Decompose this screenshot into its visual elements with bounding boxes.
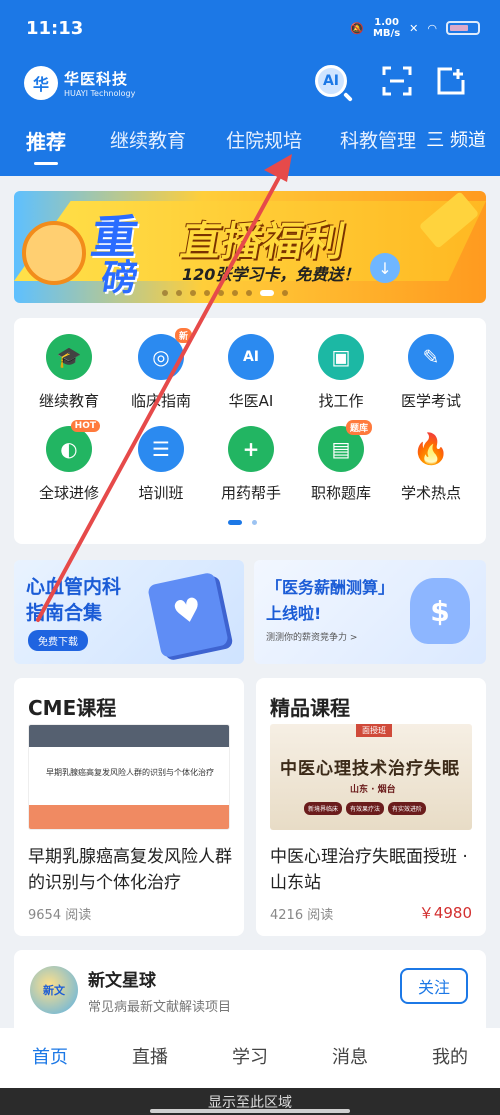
channel-tabs: 推荐 继续教育 住院规培 科教管理 三 频道: [0, 118, 500, 165]
nav-profile[interactable]: 我的: [400, 1028, 500, 1088]
scan-icon: [382, 66, 412, 96]
training-icon: ☰: [138, 426, 184, 472]
nav-messages[interactable]: 消息: [300, 1028, 400, 1088]
free-download-button[interactable]: 免费下载: [28, 630, 88, 651]
news-channel-card[interactable]: 新文 新文星球 常见病最新文献解读项目 关注: [14, 950, 486, 1030]
grid-item-huayi-ai[interactable]: AI 华医AI: [204, 334, 298, 411]
grid-item-training-class[interactable]: ☰ 培训班: [114, 426, 208, 503]
ai-icon: AI: [228, 334, 274, 380]
cme-course-card[interactable]: CME课程 早期乳腺癌高复发风险人群的识别与个体化治疗 早期乳腺癌高复发风险人群…: [14, 678, 244, 936]
download-icon: ↓: [370, 253, 400, 283]
system-gesture-bar: 显示至此区域: [0, 1088, 500, 1115]
section-title: CME课程: [28, 696, 117, 720]
briefcase-icon: ▣: [318, 334, 364, 380]
gesture-handle[interactable]: [150, 1109, 350, 1113]
exam-edit-icon: ✎: [408, 334, 454, 380]
channel-menu-button[interactable]: 三 频道: [420, 126, 486, 152]
grid-item-global-study[interactable]: ◐ HOT 全球进修: [22, 420, 116, 503]
tab-recommend[interactable]: 推荐: [26, 126, 66, 165]
nav-live[interactable]: 直播: [100, 1028, 200, 1088]
guide-book-icon: ◎ 新: [138, 328, 192, 380]
battery-icon: [446, 21, 480, 35]
read-count: 4216 阅读: [270, 908, 334, 923]
status-bar: 11:13 🔕 1.00 MB/s ✕ ◠: [0, 0, 500, 58]
feature-grid: 🎓 继续教育 ◎ 新 临床指南 AI 华医AI ▣ 找工作 ✎ 医学考试 ◐ HOT…: [14, 318, 486, 544]
graduation-cap-icon: 🎓: [46, 334, 92, 380]
grid-item-clinical-guide[interactable]: ◎ 新 临床指南: [114, 328, 208, 411]
grid-item-medical-exam[interactable]: ✎ 医学考试: [384, 334, 478, 411]
hot-badge: HOT: [70, 420, 100, 432]
status-icons: 🔕 1.00 MB/s ✕ ◠: [350, 17, 480, 39]
bottom-nav: 首页 直播 学习 消息 我的: [0, 1028, 500, 1088]
globe-icon: ◐ HOT: [46, 420, 100, 472]
read-count: 9654 阅读: [28, 908, 92, 923]
banner-subtitle: 120张学习卡，免费送！: [182, 265, 360, 284]
grid-item-find-job[interactable]: ▣ 找工作: [294, 334, 388, 411]
network-speed: 1.00 MB/s: [372, 17, 401, 39]
new-badge: 新: [174, 328, 192, 343]
grid-item-question-bank[interactable]: ▤ 题库 职称题库: [294, 420, 388, 503]
banner-word-2: 磅: [98, 258, 141, 299]
promo-cardiology-guides[interactable]: 心血管内科 指南合集 免费下载: [14, 560, 244, 664]
add-note-button[interactable]: [432, 62, 470, 100]
grid-item-medication-helper[interactable]: + 用药帮手: [204, 426, 298, 503]
premium-course-card[interactable]: 精品课程 面授班 中医心理技术治疗失眠 山东 · 烟台 新境界临床 有效果疗法 …: [256, 678, 486, 936]
channel-name: 新文星球: [88, 971, 156, 991]
heart-book-icon: [147, 571, 229, 659]
mute-icon: 🔕: [350, 21, 364, 35]
course-title: 中医心理治疗失眠面授班 · 山东站: [270, 847, 468, 893]
promo-salary-calculator[interactable]: 「医务薪酬测算」 上线啦! 测测你的薪资竞争力 > $: [254, 560, 486, 664]
logo-name: 华医科技: [64, 70, 129, 88]
section-title: 精品课程: [270, 696, 350, 720]
nav-home[interactable]: 首页: [0, 1028, 100, 1088]
grid-item-continuing-education[interactable]: 🎓 继续教育: [22, 334, 116, 411]
course-thumbnail: 早期乳腺癌高复发风险人群的识别与个体化治疗: [28, 724, 230, 830]
wifi-icon: ◠: [427, 21, 437, 35]
banner-pager: [162, 290, 288, 296]
ai-search-icon: AI: [315, 65, 347, 97]
ai-search-button[interactable]: AI: [312, 62, 350, 100]
nav-study[interactable]: 学习: [200, 1028, 300, 1088]
notification-icon: ✕: [409, 21, 419, 35]
logo-mark-icon: 华: [24, 66, 58, 100]
logo-subtitle: HUAYI Technology: [64, 89, 136, 98]
channel-desc: 常见病最新文献解读项目: [88, 1000, 232, 1015]
scan-button[interactable]: [378, 62, 416, 100]
promo-banner[interactable]: 重 磅 直播福利 120张学习卡，免费送！ ↓: [14, 191, 486, 303]
course-price: ￥4980: [418, 904, 472, 922]
status-time: 11:13: [26, 18, 84, 39]
grid-item-academic-hotspot[interactable]: 🔥 学术热点: [384, 426, 478, 503]
follow-button[interactable]: 关注: [400, 968, 468, 1004]
course-thumbnail: 面授班 中医心理技术治疗失眠 山东 · 烟台 新境界临床 有效果疗法 有实效进阶: [270, 724, 472, 830]
megaphone-icon: [22, 221, 86, 285]
question-bank-badge: 题库: [345, 420, 372, 435]
fire-icon: 🔥: [408, 426, 454, 472]
tab-continuing-education[interactable]: 继续教育: [110, 126, 186, 153]
app-logo: 华 华医科技 HUAYI Technology: [24, 66, 135, 100]
tab-residency-training[interactable]: 住院规培: [226, 126, 302, 153]
course-title: 早期乳腺癌高复发风险人群的识别与个体化治疗: [28, 847, 232, 893]
question-bank-icon: ▤ 题库: [318, 420, 372, 472]
medicine-icon: +: [228, 426, 274, 472]
banner-title: 直播福利: [177, 219, 350, 265]
add-note-icon: [437, 67, 465, 95]
tab-research-management[interactable]: 科教管理: [340, 126, 416, 153]
avatar: 新文: [30, 966, 78, 1014]
money-bag-icon: $: [410, 578, 470, 644]
app-header: 华 华医科技 HUAYI Technology AI 推荐 继续教育 住院规培 …: [0, 58, 500, 176]
grid-pager: [228, 520, 257, 525]
